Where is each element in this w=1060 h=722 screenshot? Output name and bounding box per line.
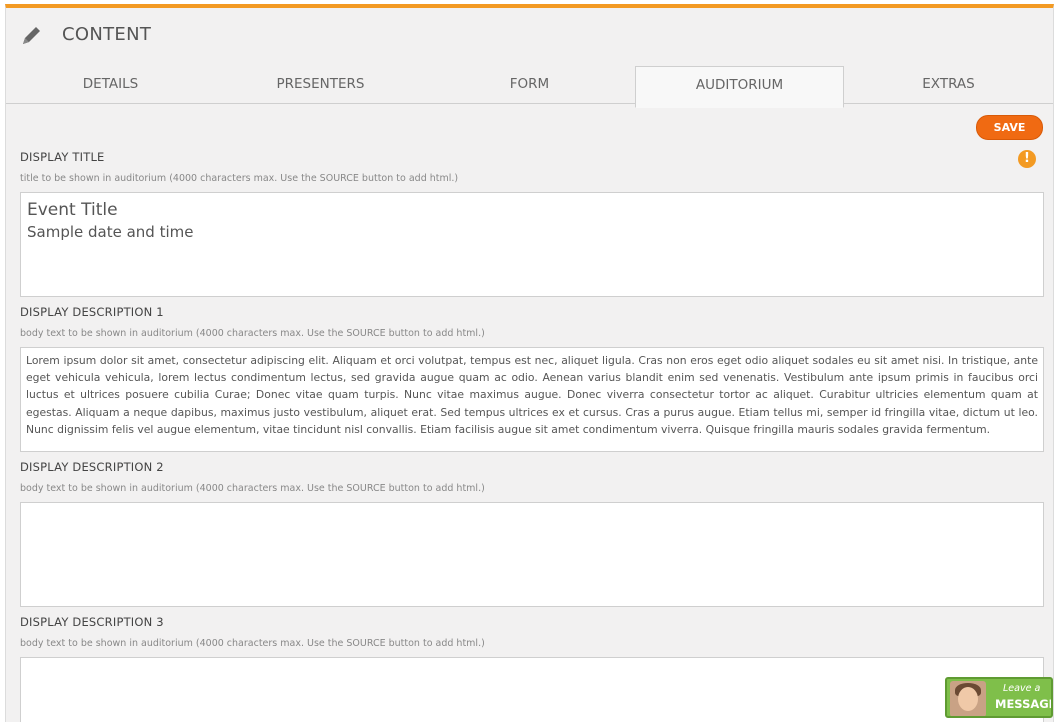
- description1-editor[interactable]: Lorem ipsum dolor sit amet, consectetur …: [20, 347, 1044, 452]
- description2-editor[interactable]: [20, 502, 1044, 607]
- display-title-line2: Sample date and time: [27, 223, 194, 241]
- tab-presenters[interactable]: PRESENTERS: [216, 66, 425, 104]
- content-panel: CONTENT DETAILS PRESENTERS FORM AUDITORI…: [5, 4, 1054, 722]
- description3-hint: body text to be shown in auditorium (400…: [20, 638, 485, 649]
- description2-label: DISPLAY DESCRIPTION 2: [20, 460, 164, 474]
- tab-auditorium[interactable]: AUDITORIUM: [635, 66, 844, 108]
- warning-icon: !: [1018, 150, 1036, 168]
- description3-label: DISPLAY DESCRIPTION 3: [20, 615, 164, 629]
- display-title-editor[interactable]: Event Title Sample date and time: [20, 192, 1044, 297]
- tab-details[interactable]: DETAILS: [6, 66, 215, 104]
- panel-header: CONTENT: [6, 8, 1053, 63]
- display-title-label: DISPLAY TITLE: [20, 150, 105, 164]
- display-title-hint: title to be shown in auditorium (4000 ch…: [20, 173, 459, 184]
- tab-extras[interactable]: EXTRAS: [844, 66, 1053, 104]
- leave-message-line1: Leave a: [1003, 683, 1041, 694]
- description2-hint: body text to be shown in auditorium (400…: [20, 483, 485, 494]
- tab-bar: DETAILS PRESENTERS FORM AUDITORIUM EXTRA…: [6, 63, 1053, 108]
- description1-hint: body text to be shown in auditorium (400…: [20, 328, 485, 339]
- description1-label: DISPLAY DESCRIPTION 1: [20, 305, 164, 319]
- pencil-icon: [23, 27, 40, 44]
- description3-editor[interactable]: [20, 657, 1044, 722]
- save-button[interactable]: SAVE: [976, 115, 1043, 140]
- tab-form[interactable]: FORM: [425, 66, 634, 104]
- leave-message-button[interactable]: Leave a MESSAGE: [945, 677, 1053, 718]
- support-agent-avatar: [950, 681, 986, 716]
- description1-text: Lorem ipsum dolor sit amet, consectetur …: [26, 354, 1038, 436]
- page-title: CONTENT: [62, 24, 152, 45]
- leave-message-line2: MESSAGE: [995, 697, 1053, 711]
- display-title-line1: Event Title: [27, 200, 118, 220]
